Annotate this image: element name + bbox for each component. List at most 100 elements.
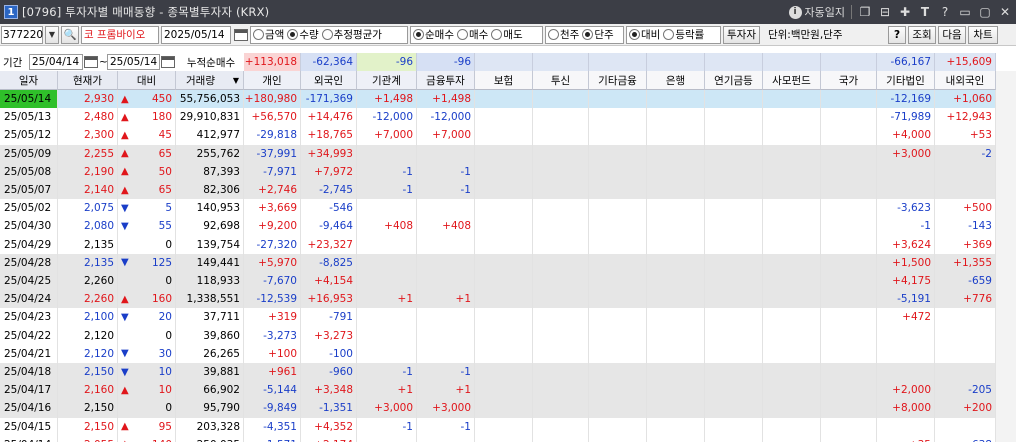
date-input[interactable]: 2025/05/14 xyxy=(161,25,231,44)
table-row[interactable]: 25/05/14 2,930 ▲ 450 55,756,053 +180,980 -171,… xyxy=(0,90,1016,109)
text-size-icon[interactable]: T xyxy=(918,5,932,19)
cell-change: ▼ 125 xyxy=(118,253,176,272)
from-date-input[interactable]: 25/04/14 xyxy=(29,54,83,70)
column-header[interactable]: 내외국인 xyxy=(935,71,996,90)
column-header[interactable]: 거래량 ▼ xyxy=(176,71,244,90)
column-header[interactable]: 현재가 xyxy=(58,71,118,90)
cumulative-value xyxy=(821,53,877,71)
table-row[interactable]: 25/04/18 2,150 ▼ 10 39,881 +961 -960 -1 -1 xyxy=(0,363,1016,382)
cell-date: 25/04/24 xyxy=(0,290,58,309)
cell-corp xyxy=(877,363,935,382)
table-row[interactable]: 25/04/17 2,160 ▲ 10 66,902 -5,144 +3,348 +1 +1 +2… xyxy=(0,381,1016,400)
table-row[interactable]: 25/04/24 2,260 ▲ 160 1,338,551 -12,539 +16,953… xyxy=(0,290,1016,309)
table-row[interactable]: 25/04/21 2,120 ▼ 30 26,265 +100 -100 xyxy=(0,344,1016,363)
column-header[interactable]: 연기금등 xyxy=(705,71,763,90)
table-row[interactable]: 25/04/30 2,080 ▼ 55 92,698 +9,200 -9,464 +408 +4… xyxy=(0,217,1016,236)
cell-empty xyxy=(821,162,877,181)
column-header[interactable]: 투신 xyxy=(533,71,589,90)
cell-fin: +1 xyxy=(417,290,475,309)
column-header[interactable]: 기타법인 xyxy=(877,71,935,90)
cell-empty xyxy=(763,435,821,442)
cell-empty xyxy=(821,290,877,309)
from-calendar-button[interactable] xyxy=(84,53,98,71)
scrollbar[interactable] xyxy=(996,71,1016,442)
cell-empty xyxy=(647,344,705,363)
cell-dom: +1,355 xyxy=(935,253,996,272)
pin-icon[interactable]: ⊟ xyxy=(878,5,892,19)
maximize-icon[interactable]: ▢ xyxy=(978,5,992,19)
radio-sell[interactable]: 매도 xyxy=(491,27,523,42)
cell-volume: 87,393 xyxy=(176,162,244,181)
table-row[interactable]: 25/05/13 2,480 ▲ 180 29,910,831 +56,570 +14,47… xyxy=(0,108,1016,127)
cell-empty xyxy=(475,308,533,327)
window-icon[interactable]: ❐ xyxy=(858,5,872,19)
column-header[interactable]: 국가 xyxy=(821,71,877,90)
table-row[interactable]: 25/04/15 2,150 ▲ 95 203,328 -4,351 +4,352 -1 -1 xyxy=(0,417,1016,436)
next-button[interactable]: 다음 xyxy=(937,25,966,44)
cell-volume: 139,754 xyxy=(176,235,244,254)
code-dropdown[interactable]: ▼ xyxy=(45,25,59,44)
cell-frn: -8,825 xyxy=(301,253,357,272)
radio-change[interactable]: 대비 xyxy=(629,27,660,42)
radio-rate[interactable]: 등락률 xyxy=(663,27,704,42)
table-row[interactable]: 25/05/07 2,140 ▲ 65 82,306 +2,746 -2,745 -1 -1 xyxy=(0,181,1016,200)
column-header[interactable]: 기관계 xyxy=(357,71,417,90)
search-button[interactable]: 🔍 xyxy=(61,25,79,44)
cell-volume: 149,441 xyxy=(176,253,244,272)
table-row[interactable]: 25/04/22 2,120 0 39,860 -3,273 +3,273 xyxy=(0,326,1016,345)
radio-label: 등락률 xyxy=(675,29,705,41)
question-icon[interactable]: ? xyxy=(938,5,952,19)
close-icon[interactable]: ✕ xyxy=(998,5,1012,19)
table-row[interactable]: 25/05/02 2,075 ▼ 5 140,953 +3,669 -546 -3,623 +5… xyxy=(0,199,1016,218)
cell-empty xyxy=(533,235,589,254)
radio-quantity[interactable]: 수량 xyxy=(287,27,319,42)
column-header[interactable]: 기타금융 xyxy=(589,71,647,90)
radio-label: 단주 xyxy=(594,29,614,41)
cell-empty xyxy=(647,290,705,309)
table-row[interactable]: 25/05/12 2,300 ▲ 45 412,977 -29,818 +18,765 +7,… xyxy=(0,126,1016,145)
column-header[interactable]: 일자 xyxy=(0,71,58,90)
investor-button[interactable]: 투자자 xyxy=(723,25,760,44)
column-header[interactable]: 대비 xyxy=(118,71,176,90)
query-button[interactable]: 조회 xyxy=(907,25,936,44)
table-row[interactable]: 25/05/08 2,190 ▲ 50 87,393 -7,971 +7,972 -1 -1 xyxy=(0,162,1016,181)
column-header[interactable]: 사모펀드 xyxy=(763,71,821,90)
cell-inst: +1,498 xyxy=(357,90,417,109)
code-input[interactable]: 377220 xyxy=(1,25,43,44)
column-header[interactable]: 외국인 xyxy=(301,71,357,90)
column-header[interactable]: 금융투자 xyxy=(417,71,475,90)
to-date-input[interactable]: 25/05/14 xyxy=(107,54,160,70)
radio-amount[interactable]: 금액 xyxy=(253,27,284,42)
cell-ind: -27,320 xyxy=(244,235,301,254)
table-row[interactable]: 25/04/142,055▲140250,035-1,571+2,174 +35-… xyxy=(0,435,1016,442)
to-calendar-button[interactable] xyxy=(161,53,175,71)
change-value: 95 xyxy=(158,420,172,433)
cell-change: ▲ 65 xyxy=(118,181,176,200)
sort-icon[interactable]: ▼ xyxy=(233,76,239,85)
minimize-icon[interactable]: ▭ xyxy=(958,5,972,19)
radio-thousand[interactable]: 천주 xyxy=(548,27,579,42)
cell-corp: +2,000 xyxy=(877,381,935,400)
column-header[interactable]: 은행 xyxy=(647,71,705,90)
column-header[interactable]: 보험 xyxy=(475,71,533,90)
radio-buy[interactable]: 매수 xyxy=(456,27,488,42)
chart-button[interactable]: 차트 xyxy=(967,25,998,44)
cell-empty xyxy=(647,144,705,163)
radio-net-buy[interactable]: 순매수 xyxy=(413,27,454,42)
calendar-button[interactable] xyxy=(233,26,248,44)
column-header[interactable]: 개인 xyxy=(244,71,301,90)
table-row[interactable]: 25/04/25 2,260 0 118,933 -7,670 +4,154 +4,175-… xyxy=(0,272,1016,291)
table-row[interactable]: 25/05/09 2,255 ▲ 65 255,762 -37,991 +34,993 +3,… xyxy=(0,144,1016,163)
table-row[interactable]: 25/04/16 2,150 0 95,790 -9,849 -1,351 +3,000 +3… xyxy=(0,399,1016,418)
radio-single[interactable]: 단주 xyxy=(582,27,614,42)
cell-frn: -960 xyxy=(301,363,357,382)
pushpin-icon[interactable]: ✚ xyxy=(898,5,912,19)
table-row[interactable]: 25/04/23 2,100 ▼ 20 37,711 +319 -791 +472 xyxy=(0,308,1016,327)
cell-ind: -29,818 xyxy=(244,126,301,145)
radio-avg-price[interactable]: 추정평균가 xyxy=(321,27,382,42)
table-row[interactable]: 25/04/29 2,135 0 139,754 -27,320 +23,327 +3,62… xyxy=(0,235,1016,254)
auto-journal-button[interactable]: i 자동일지 xyxy=(788,4,845,20)
table-row[interactable]: 25/04/28 2,135 ▼ 125 149,441 +5,970 -8,825 +1,5… xyxy=(0,253,1016,272)
stock-name-field[interactable]: 코 프롬바이오 xyxy=(81,25,159,44)
help-button[interactable]: ? xyxy=(887,25,906,44)
